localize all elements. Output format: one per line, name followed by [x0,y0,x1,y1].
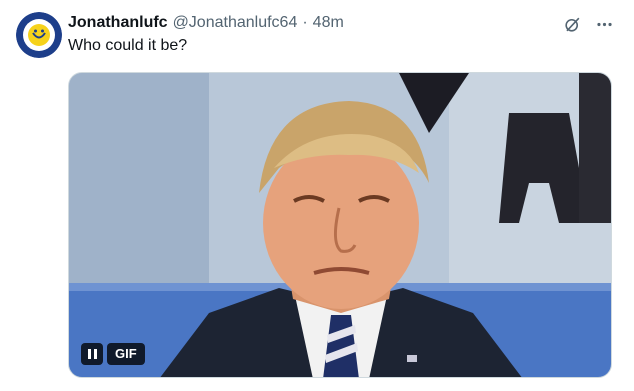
grok-icon[interactable] [562,14,582,34]
header-actions [562,14,614,34]
tweet-header: Jonathanlufc @Jonathanlufc64 · 48m [68,12,614,34]
more-icon[interactable] [594,14,614,34]
tweet-text: Who could it be? [68,37,188,54]
pause-icon[interactable] [81,343,103,365]
author-handle[interactable]: @Jonathanlufc64 [173,14,298,32]
timestamp[interactable]: 48m [313,14,344,32]
gif-image [69,73,611,377]
gif-media[interactable]: GIF [68,72,612,378]
gif-controls: GIF [81,343,145,365]
gif-badge: GIF [107,343,145,365]
author-name[interactable]: Jonathanlufc [68,14,168,32]
tweet[interactable]: Jonathanlufc @Jonathanlufc64 · 48m Who c… [0,0,634,391]
avatar[interactable] [16,12,62,58]
separator-dot: · [302,14,308,31]
leeds-united-crest-icon [16,12,62,58]
